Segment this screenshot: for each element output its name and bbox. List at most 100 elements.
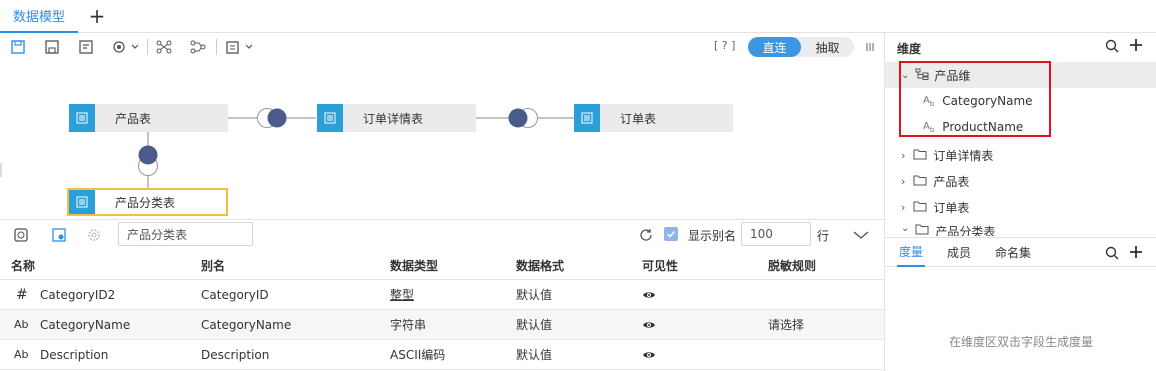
tree-item-label: 产品表: [933, 174, 970, 189]
table-icon: [69, 104, 95, 132]
toolbar-divider: [147, 39, 148, 55]
chevron-down-icon[interactable]: ⌄: [901, 223, 909, 234]
field-masking[interactable]: 请选择: [768, 310, 804, 339]
add-table-dropdown-icon[interactable]: [225, 38, 255, 56]
table-node-product[interactable]: 产品表: [69, 104, 228, 132]
save-as-icon[interactable]: [43, 38, 61, 56]
chevron-right-icon[interactable]: ›: [901, 175, 905, 188]
field-alias[interactable]: CategoryID: [201, 280, 269, 309]
field-format[interactable]: 默认值: [516, 280, 552, 309]
tree-item-folder[interactable]: › 订单表: [885, 194, 1156, 220]
extract-option[interactable]: 抽取: [801, 37, 854, 57]
table-icon: [69, 190, 95, 214]
table-node-label: 订单表: [620, 111, 657, 126]
tree-item-folder[interactable]: › 产品表: [885, 168, 1156, 194]
dimension-panel: 维度 ⌄ 产品维 Ab CategoryName Ab ProductName …: [884, 33, 1156, 371]
field-datatype[interactable]: 字符串: [390, 310, 426, 339]
add-icon[interactable]: [1129, 245, 1143, 262]
auto-relation-icon[interactable]: [189, 38, 207, 56]
field-name: Description: [40, 347, 109, 362]
table-node-category[interactable]: 产品分类表: [67, 188, 228, 216]
field-name: CategoryID2: [40, 287, 116, 302]
tab-bar: [0, 0, 1156, 33]
field-datatype[interactable]: 整型: [390, 280, 414, 309]
highlight-box: [899, 61, 1051, 137]
field-format[interactable]: 默认值: [516, 310, 552, 339]
table-node-label: 产品表: [115, 111, 152, 126]
collapse-chevron-icon[interactable]: [853, 229, 869, 243]
settings-dropdown-icon[interactable]: [111, 38, 141, 56]
table-node-label: 产品分类表: [115, 195, 176, 210]
toolbar-divider: [216, 39, 217, 55]
table-row[interactable]: Ab CategoryName CategoryName 字符串 默认值 请选择: [0, 310, 884, 340]
chevron-right-icon[interactable]: ›: [901, 149, 905, 162]
table-node-label: 订单详情表: [363, 111, 424, 126]
connection-mode-switch[interactable]: 直连 抽取: [748, 37, 854, 57]
field-alias[interactable]: CategoryName: [201, 310, 291, 339]
folder-icon: [913, 148, 927, 163]
table-node-order[interactable]: 订单表: [574, 104, 733, 132]
column-header-datatype: 数据类型: [390, 259, 439, 273]
string-type-icon: Ab: [14, 348, 29, 361]
table-icon: [574, 104, 600, 132]
eye-icon[interactable]: [642, 280, 656, 309]
save-icon[interactable]: [9, 38, 27, 56]
tree-item-label: 订单表: [933, 200, 970, 215]
field-settings-icon[interactable]: [50, 226, 68, 244]
field-name: CategoryName: [40, 317, 131, 332]
table-node-order-detail[interactable]: 订单详情表: [317, 104, 476, 132]
field-datatype[interactable]: ASCII编码: [390, 340, 445, 369]
edit-icon[interactable]: [77, 38, 95, 56]
tab-data-model[interactable]: 数据模型: [0, 0, 78, 33]
tab-named-set[interactable]: 命名集: [993, 237, 1033, 267]
row-unit-label: 行: [817, 229, 830, 243]
column-header-masking: 脱敏规则: [768, 259, 817, 273]
tab-member[interactable]: 成员: [945, 237, 973, 267]
column-header-visibility: 可见性: [642, 259, 679, 273]
direct-connect-option[interactable]: 直连: [748, 37, 801, 57]
tab-measure[interactable]: 度量: [897, 237, 926, 267]
show-alias-label: 显示别名: [688, 229, 737, 243]
column-header-name: 名称: [11, 259, 36, 273]
tree-item-folder[interactable]: › 订单详情表: [885, 142, 1156, 168]
integer-type-icon: #: [16, 286, 28, 303]
panel-toggle-icon[interactable]: [866, 41, 874, 53]
refresh-icon[interactable]: [637, 226, 655, 244]
column-header-format: 数据格式: [516, 259, 565, 273]
panel-title: 维度: [897, 42, 922, 56]
add-tab-button[interactable]: +: [86, 5, 108, 27]
measure-tabs: 度量 成员 命名集: [885, 237, 1156, 267]
tree-item-label: 产品分类表: [935, 225, 996, 236]
help-button[interactable]: [ ? ]: [714, 39, 735, 52]
search-icon[interactable]: [1105, 246, 1119, 263]
folder-icon: [915, 223, 929, 236]
tree-item-label: 订单详情表: [933, 148, 994, 163]
table-search-input[interactable]: 产品分类表: [118, 222, 253, 246]
preview-icon[interactable]: [12, 226, 30, 244]
field-alias[interactable]: Description: [201, 340, 269, 369]
table-row[interactable]: # CategoryID2 CategoryID 整型 默认值: [0, 280, 884, 310]
table-icon: [317, 104, 343, 132]
search-icon[interactable]: [1105, 39, 1119, 56]
folder-icon: [913, 174, 927, 189]
field-format[interactable]: 默认值: [516, 340, 552, 369]
join-connector[interactable]: [507, 107, 541, 129]
chevron-right-icon[interactable]: ›: [901, 201, 905, 214]
add-icon[interactable]: [1129, 38, 1143, 55]
join-connector[interactable]: [256, 107, 290, 129]
gear-icon[interactable]: [85, 226, 103, 244]
relation-icon[interactable]: [155, 38, 173, 56]
eye-icon[interactable]: [642, 310, 656, 339]
row-count-input[interactable]: 100: [741, 222, 811, 246]
measure-empty-hint: 在维度区双击字段生成度量: [948, 335, 1093, 349]
show-alias-checkbox[interactable]: [664, 227, 678, 241]
join-connector[interactable]: [137, 144, 159, 178]
fields-table: 名称 别名 数据类型 数据格式 可见性 脱敏规则 # CategoryID2 C…: [0, 252, 884, 370]
table-header: 名称 别名 数据类型 数据格式 可见性 脱敏规则: [0, 252, 884, 280]
table-row[interactable]: Ab Description Description ASCII编码 默认值: [0, 340, 884, 370]
eye-icon[interactable]: [642, 340, 656, 369]
tree-item-folder[interactable]: ⌄ 产品分类表: [885, 220, 1156, 236]
folder-icon: [913, 200, 927, 215]
column-header-alias: 别名: [201, 259, 226, 273]
string-type-icon: Ab: [14, 318, 29, 331]
